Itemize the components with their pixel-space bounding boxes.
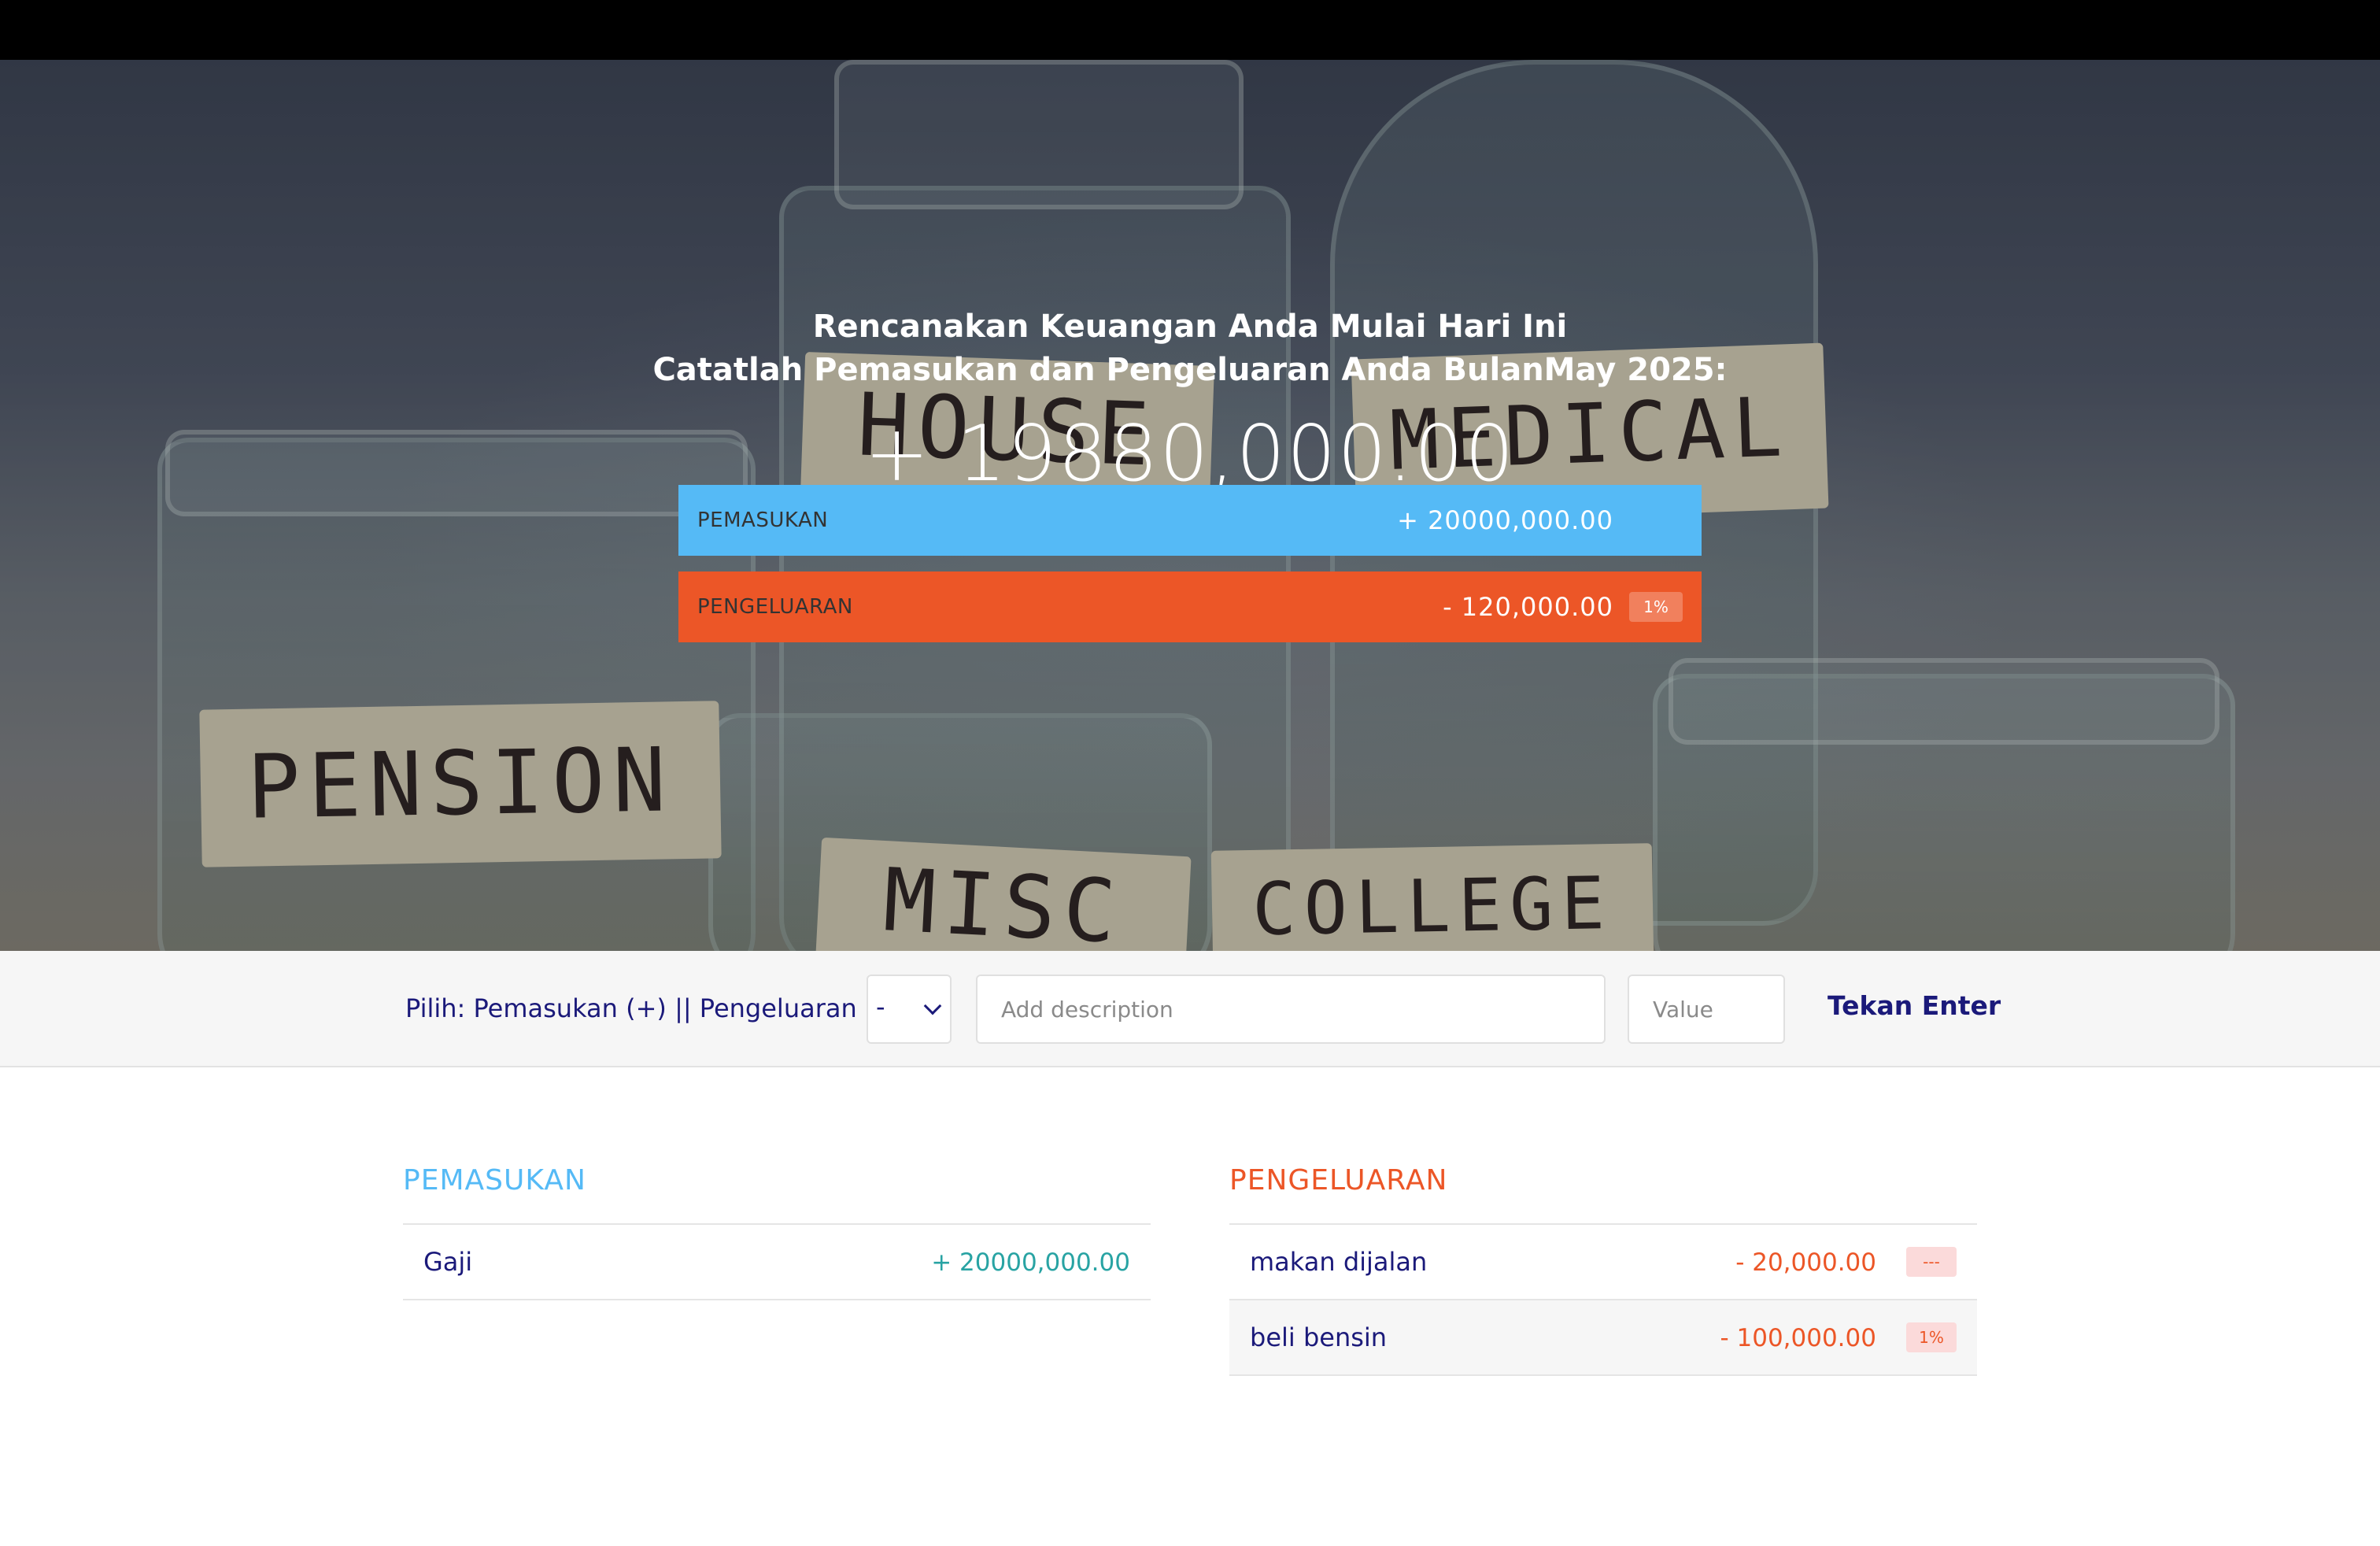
expense-summary-label: PENGELUARAN: [697, 595, 853, 619]
add-entry-bar: Pilih: Pemasukan (+) || Pengeluaran (-) …: [0, 951, 2380, 1067]
income-list: PEMASUKAN Gaji + 20000,000.00: [403, 1157, 1151, 1300]
expense-item-percent-badge: 1%: [1906, 1322, 1957, 1352]
income-summary-bar: PEMASUKAN + 20000,000.00: [678, 485, 1702, 556]
submit-enter-button[interactable]: Tekan Enter: [1828, 990, 2001, 1021]
expense-summary-bar: PENGELUARAN - 120,000.00 1%: [678, 571, 1702, 642]
expense-summary-percent-badge: 1%: [1629, 592, 1683, 622]
add-value-input[interactable]: [1628, 975, 1785, 1044]
income-item-value: + 20000,000.00: [931, 1248, 1130, 1277]
chevron-down-icon: [923, 997, 942, 1015]
add-type-label: Pilih: Pemasukan (+) || Pengeluaran (-): [405, 993, 894, 1023]
expense-item[interactable]: makan dijalan - 20,000.00 ---: [1229, 1225, 1977, 1300]
expense-item-value: - 20,000.00: [1735, 1248, 1876, 1277]
income-list-title: PEMASUKAN: [403, 1157, 1151, 1225]
income-item[interactable]: Gaji + 20000,000.00: [403, 1225, 1151, 1300]
income-summary-label: PEMASUKAN: [697, 509, 829, 532]
add-type-select-value: -: [876, 992, 885, 1022]
expense-summary-value: - 120,000.00: [1443, 592, 1613, 622]
income-summary-value: + 20000,000.00: [1397, 505, 1613, 535]
expense-item[interactable]: beli bensin - 100,000.00 1%: [1229, 1300, 1977, 1376]
expense-item-value: - 100,000.00: [1720, 1324, 1876, 1352]
top-bar: [0, 0, 2380, 60]
expense-item-percent-badge: ---: [1906, 1247, 1957, 1277]
hero-heading-line2: Catatlah Pemasukan dan Pengeluaran Anda …: [652, 352, 1728, 388]
expense-item-description: beli bensin: [1250, 1322, 1388, 1352]
expense-list-title: PENGELUARAN: [1229, 1157, 1977, 1225]
income-item-description: Gaji: [423, 1247, 473, 1277]
expense-item-description: makan dijalan: [1250, 1247, 1428, 1277]
hero-heading-line1: Rencanakan Keuangan Anda Mulai Hari Ini: [812, 309, 1568, 345]
add-type-select[interactable]: -: [867, 975, 952, 1044]
add-description-input[interactable]: [976, 975, 1606, 1044]
expense-list: PENGELUARAN makan dijalan - 20,000.00 --…: [1229, 1157, 1977, 1376]
